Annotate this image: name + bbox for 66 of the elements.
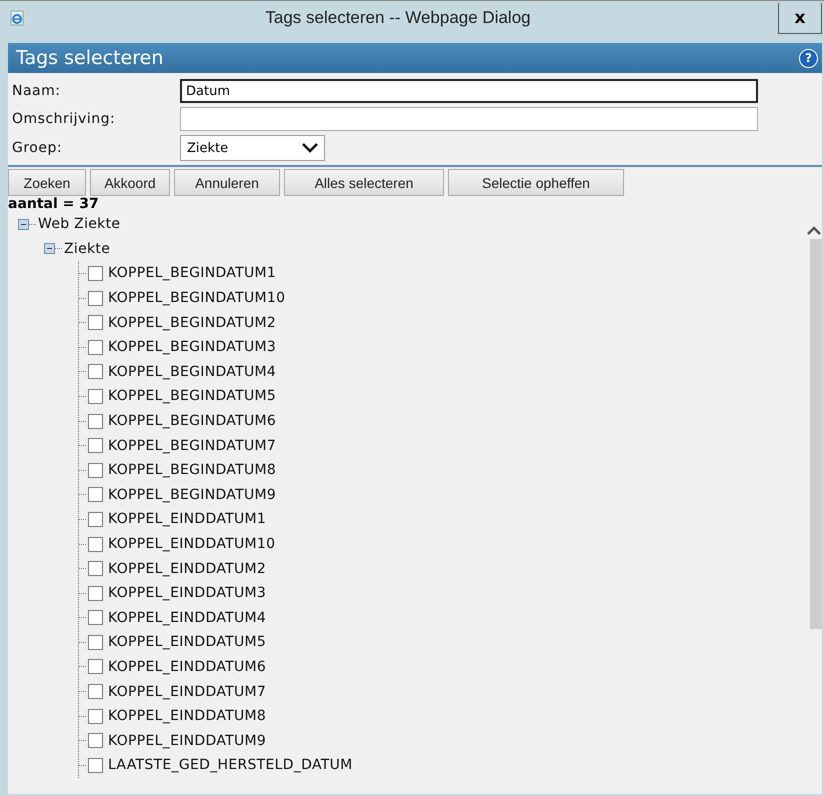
tree-item-label[interactable]: KOPPEL_EINDDATUM3: [108, 585, 266, 602]
checkbox[interactable]: [88, 659, 103, 674]
action-button[interactable]: Zoeken: [8, 169, 86, 196]
scroll-up-icon[interactable]: [807, 226, 821, 235]
window-title: Tags selecteren -- Webpage Dialog: [264, 8, 532, 28]
checkbox[interactable]: [88, 438, 103, 454]
tree-item-label[interactable]: KOPPEL_BEGINDATUM9: [108, 486, 276, 503]
checkbox[interactable]: [88, 414, 103, 429]
checkbox[interactable]: [88, 512, 103, 527]
tree-item-label[interactable]: KOPPEL_EINDDATUM6: [108, 658, 266, 675]
checkbox[interactable]: [88, 487, 103, 502]
input-field[interactable]: Datum: [180, 79, 758, 103]
checkbox[interactable]: [88, 733, 103, 748]
checkbox[interactable]: [88, 266, 103, 281]
tree-node-label[interactable]: Web Ziekte: [38, 216, 120, 232]
tree-item-label[interactable]: KOPPEL_EINDDATUM1: [108, 511, 266, 528]
tree-item-label[interactable]: KOPPEL_EINDDATUM8: [108, 708, 266, 724]
checkbox[interactable]: [88, 684, 103, 700]
scrollbar-thumb[interactable]: [810, 239, 822, 629]
input-field[interactable]: [180, 107, 758, 131]
collapse-icon[interactable]: [18, 218, 29, 230]
checkbox[interactable]: [88, 561, 103, 576]
help-icon[interactable]: ?: [799, 48, 818, 68]
tree-item-label[interactable]: KOPPEL_BEGINDATUM1: [108, 265, 276, 282]
tree-item-label[interactable]: KOPPEL_BEGINDATUM6: [108, 413, 276, 430]
checkbox[interactable]: [88, 610, 103, 626]
dialog-title: Tags selecteren: [16, 47, 164, 69]
checkbox[interactable]: [88, 708, 103, 724]
tree-item-label[interactable]: KOPPEL_BEGINDATUM2: [108, 314, 276, 331]
action-button[interactable]: Akkoord: [90, 169, 170, 196]
checkbox[interactable]: [88, 340, 103, 355]
tree-item-label[interactable]: KOPPEL_EINDDATUM5: [108, 634, 266, 650]
field-label: Naam:: [12, 83, 62, 99]
action-button[interactable]: Alles selecteren: [284, 169, 444, 196]
tree-item-label[interactable]: KOPPEL_BEGINDATUM4: [108, 364, 276, 380]
tree-item-label[interactable]: LAATSTE_GED_HERSTELD_DATUM: [108, 757, 353, 774]
tree-item-label[interactable]: KOPPEL_EINDDATUM9: [108, 732, 266, 749]
tree-item-label[interactable]: KOPPEL_EINDDATUM2: [108, 560, 266, 577]
tree-item-label[interactable]: KOPPEL_EINDDATUM10: [108, 536, 276, 552]
action-button[interactable]: Annuleren: [174, 169, 280, 196]
checkbox[interactable]: [88, 290, 103, 306]
tree-item-label[interactable]: KOPPEL_BEGINDATUM8: [108, 462, 276, 478]
checkbox[interactable]: [88, 758, 103, 773]
checkbox[interactable]: [88, 634, 103, 650]
field-label: Omschrijving:: [12, 111, 116, 127]
group-dropdown[interactable]: Ziekte: [180, 135, 325, 161]
chevron-down-icon: [302, 143, 318, 153]
tree-item-label[interactable]: KOPPEL_BEGINDATUM3: [108, 339, 276, 356]
action-button[interactable]: Selectie opheffen: [448, 169, 624, 196]
result-count: aantal = 37: [8, 196, 100, 212]
tree-item-label[interactable]: KOPPEL_BEGINDATUM10: [108, 290, 286, 306]
tree-node-label[interactable]: Ziekte: [64, 240, 110, 257]
close-button[interactable]: x: [778, 3, 822, 34]
checkbox[interactable]: [88, 315, 103, 330]
checkbox[interactable]: [88, 586, 103, 601]
tree-item-label[interactable]: KOPPEL_EINDDATUM7: [108, 684, 266, 700]
tree-item-label[interactable]: KOPPEL_BEGINDATUM5: [108, 388, 276, 404]
checkbox[interactable]: [88, 388, 103, 404]
checkbox[interactable]: [88, 462, 103, 478]
tree-item-label[interactable]: KOPPEL_EINDDATUM4: [108, 610, 266, 626]
browser-icon: [10, 10, 24, 26]
tree-item-label[interactable]: KOPPEL_BEGINDATUM7: [108, 438, 276, 454]
checkbox[interactable]: [88, 536, 103, 552]
checkbox[interactable]: [88, 364, 103, 380]
collapse-icon[interactable]: [44, 243, 55, 254]
field-label: Groep:: [12, 140, 64, 156]
